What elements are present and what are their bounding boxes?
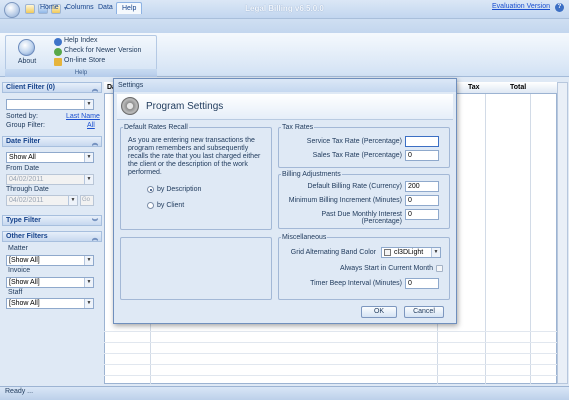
by-description-radio[interactable] — [147, 186, 154, 193]
group-filter-label: Group Filter: — [6, 122, 45, 129]
check-newer-version-button[interactable]: Check for Newer Version — [64, 47, 141, 56]
other-filters-title: Other Filters — [6, 233, 48, 240]
default-rates-recall-legend: Default Rates Recall — [123, 124, 189, 131]
grid-column-divider — [530, 94, 531, 384]
grid-row-line — [104, 331, 557, 332]
column-header-total[interactable]: Total — [510, 84, 526, 91]
miscellaneous-legend: Miscellaneous — [281, 234, 328, 241]
empty-group-box — [120, 237, 272, 300]
chevron-down-icon: ▼ — [431, 248, 440, 257]
past-due-interest-label: Past Due Monthly Interest (Percentage) — [321, 211, 402, 225]
help-group-caption: Help — [5, 69, 157, 77]
invoice-label: Invoice — [8, 267, 31, 274]
matter-label: Matter — [8, 245, 28, 252]
help-index-icon — [54, 38, 62, 46]
about-label: About — [17, 58, 37, 65]
ribbon-tab-strip — [0, 19, 569, 33]
by-client-label[interactable]: by Client — [157, 202, 184, 209]
sorted-by-link[interactable]: Last Name — [66, 113, 100, 120]
grid-vertical-scrollbar[interactable] — [557, 82, 568, 384]
ok-button[interactable]: OK — [361, 306, 397, 318]
chevron-up-icon: ︽ — [91, 141, 98, 147]
cancel-button[interactable]: Cancel — [404, 306, 444, 318]
tab-home[interactable]: Home — [35, 2, 64, 14]
group-filter-link[interactable]: All — [87, 122, 95, 129]
grid-row-line — [104, 375, 557, 376]
evaluation-version-link[interactable]: Evaluation Version — [492, 3, 550, 10]
grid-row-line — [104, 364, 557, 365]
through-date-label: Through Date — [6, 186, 49, 193]
check-update-icon — [54, 48, 62, 56]
chevron-down-icon: ▼ — [84, 256, 93, 265]
date-filter-title: Date Filter — [6, 138, 41, 145]
default-billing-rate-input[interactable]: 200 — [405, 181, 439, 192]
go-button[interactable]: Go — [80, 195, 94, 206]
by-client-radio[interactable] — [147, 202, 154, 209]
service-tax-rate-label: Service Tax Rate (Percentage) — [306, 138, 402, 145]
color-swatch — [384, 249, 391, 256]
type-filter-title: Type Filter — [6, 217, 41, 224]
past-due-interest-input[interactable]: 0 — [405, 209, 439, 220]
grid-row-line — [104, 353, 557, 354]
online-store-button[interactable]: On-line Store — [64, 57, 105, 66]
band-color-label: Grid Alternating Band Color — [290, 249, 376, 256]
grid-row-line — [104, 342, 557, 343]
tab-data[interactable]: Data — [93, 2, 118, 14]
chevron-down-icon: ︾ — [91, 220, 98, 226]
tax-rates-group — [278, 127, 450, 168]
chevron-down-icon: ▼ — [84, 175, 93, 184]
default-rates-recall-description: As you are entering new transactions the… — [128, 137, 261, 176]
band-color-select[interactable]: cl3DLight ▼ — [381, 247, 441, 258]
invoice-select[interactable]: [Show All] ▼ — [6, 277, 94, 288]
staff-select[interactable]: [Show All] ▼ — [6, 298, 94, 309]
column-header-tax[interactable]: Tax — [468, 84, 480, 91]
chevron-down-icon: ▼ — [84, 278, 93, 287]
service-tax-rate-input[interactable] — [405, 136, 439, 147]
timer-beep-input[interactable]: 0 — [405, 278, 439, 289]
from-date-label: From Date — [6, 165, 40, 172]
other-filters-header[interactable]: Other Filters ︽ — [2, 231, 102, 242]
sales-tax-rate-label: Sales Tax Rate (Percentage) — [312, 152, 402, 159]
client-filter-header[interactable]: Client Filter (0) ︽ — [2, 82, 102, 93]
store-icon — [54, 58, 62, 66]
always-start-label: Always Start in Current Month — [340, 265, 433, 272]
grid-column-divider — [485, 94, 486, 384]
staff-label: Staff — [8, 289, 23, 296]
through-date-input[interactable]: 04/02/2011 ▼ — [6, 195, 78, 206]
status-bar — [0, 386, 569, 400]
always-start-checkbox[interactable] — [436, 265, 443, 272]
help-icon[interactable]: ? — [555, 3, 564, 12]
from-date-input[interactable]: 04/02/2011 ▼ — [6, 174, 94, 185]
chevron-up-icon: ︽ — [91, 236, 98, 242]
gear-icon — [121, 97, 139, 115]
help-index-button[interactable]: Help Index — [64, 37, 97, 46]
date-filter-header[interactable]: Date Filter ︽ — [2, 136, 102, 147]
sales-tax-rate-input[interactable]: 0 — [405, 150, 439, 161]
client-filter-title: Client Filter (0) — [6, 84, 56, 91]
chevron-down-icon: ▼ — [84, 299, 93, 308]
matter-select[interactable]: [Show All] ▼ — [6, 255, 94, 266]
tab-help[interactable]: Help — [116, 2, 143, 14]
client-filter-select[interactable]: ▼ — [6, 99, 94, 110]
min-billing-increment-label: Minimum Billing Increment (Minutes) — [288, 197, 402, 204]
tax-rates-legend: Tax Rates — [281, 124, 315, 131]
status-text: Ready ... — [5, 388, 34, 395]
type-filter-header[interactable]: Type Filter ︾ — [2, 215, 102, 226]
chevron-up-icon: ︽ — [91, 87, 98, 93]
chevron-down-icon: ▼ — [68, 196, 77, 205]
timer-beep-label: Timer Beep Interval (Minutes) — [310, 280, 402, 287]
settings-dialog-title: Settings — [114, 79, 456, 92]
default-billing-rate-label: Default Billing Rate (Currency) — [307, 183, 402, 190]
dialog-heading: Program Settings — [146, 101, 224, 112]
by-description-label[interactable]: by Description — [157, 186, 201, 193]
min-billing-increment-input[interactable]: 0 — [405, 195, 439, 206]
sorted-by-label: Sorted by: — [6, 113, 38, 120]
billing-adjustments-legend: Billing Adjustments — [281, 171, 342, 178]
date-filter-select[interactable]: Show All ▼ — [6, 152, 94, 163]
chevron-down-icon: ▼ — [84, 100, 93, 109]
chevron-down-icon: ▼ — [84, 153, 93, 162]
